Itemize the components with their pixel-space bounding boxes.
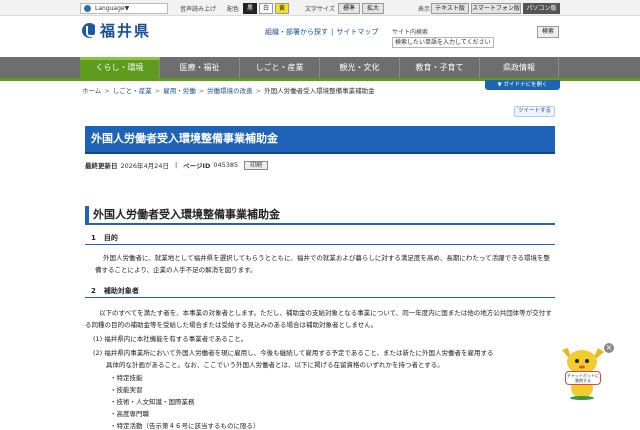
color-yellow-button[interactable]: 黄 <box>275 3 289 14</box>
nav-item-living[interactable]: くらし・環境 <box>80 57 160 78</box>
pc-version-button[interactable]: パソコン版 <box>523 3 560 14</box>
globe-icon <box>84 5 91 12</box>
search-button[interactable]: 検索 <box>537 26 559 38</box>
breadcrumb-current: 外国人労働者受入環境整備事業補助金 <box>264 87 375 95</box>
language-label: Language▼ <box>95 5 130 12</box>
logo-text: 福井県 <box>100 21 152 40</box>
display-label: 表示 <box>418 6 431 13</box>
section-number: 1 <box>91 234 96 242</box>
eligibility-item-1: (1) 福井県内に本社機能を有する事業者であること。 <box>93 335 248 343</box>
text-version-button[interactable]: テキスト版 <box>431 3 469 14</box>
visa-item: ・特定技能 <box>110 374 143 382</box>
color-black-button[interactable]: 黒 <box>243 3 257 14</box>
breadcrumb-employment[interactable]: 雇用・労働 <box>163 87 196 95</box>
nav-item-education[interactable]: 教育・子育て <box>400 57 480 78</box>
breadcrumb-work[interactable]: しごと・産業 <box>113 87 152 95</box>
site-search-label: サイト内検索 <box>392 29 429 36</box>
breadcrumb-home[interactable]: ホーム <box>82 87 101 95</box>
nav-item-medical[interactable]: 医療・福祉 <box>160 57 240 78</box>
breadcrumb: ホーム > しごと・産業 > 雇用・労働 > 労働環境の改善 > 外国人労働者受入環境整備事業補… <box>82 87 375 95</box>
chatbot-label[interactable]: チャットボットに質問する <box>565 371 601 385</box>
nav-item-prefecture[interactable]: 県政情報 <box>480 57 559 78</box>
visa-item: ・高度専門職 <box>110 410 149 418</box>
site-logo[interactable]: 福井県 <box>82 21 152 40</box>
content-heading: 外国人労働者受入環境整備事業補助金 <box>85 206 555 225</box>
nav-item-tourism[interactable]: 観光・文化 <box>320 57 400 78</box>
tweet-button[interactable]: ツイートする <box>514 106 555 117</box>
section-title: 補助対象者 <box>103 287 139 295</box>
eligibility-item-2-cont: 具体的な計画があること。なお、ここでいう外国人労働者とは、以下に掲げる在留資格の… <box>106 361 444 369</box>
header-links: 組織・部署から探す | サイトマップ <box>265 28 379 36</box>
eligibility-item-2: (2) 福井県内事業所において外国人労働者を現に雇用し、今後も継続して雇用する予… <box>93 349 494 357</box>
page-id-value: 045385 <box>213 161 239 169</box>
visa-item: ・特定活動（告示第４６号に該当するものに限る） <box>110 422 260 430</box>
page-meta: 最終更新日 2026年4月24日 | ページID 045385 印刷 <box>85 160 269 170</box>
eligibility-text: 以下のすべてを満たす者を、本事業の対象者とします。ただし、補助金の支給対象となる… <box>85 309 552 329</box>
font-standard-button[interactable]: 標準 <box>338 3 360 14</box>
nav-item-work[interactable]: しごと・産業 <box>240 57 320 78</box>
site-search-input[interactable]: 検索したい単語を入力してください <box>392 37 494 48</box>
print-button[interactable]: 印刷 <box>244 160 269 170</box>
font-large-button[interactable]: 拡大 <box>362 3 384 14</box>
updated-value: 2026年4月24日 <box>120 162 169 170</box>
org-search-link[interactable]: 組織・部署から探す <box>265 28 328 36</box>
prefecture-emblem-icon <box>82 22 97 38</box>
breadcrumb-labor-environment[interactable]: 労働環境の改善 <box>207 87 253 95</box>
updated-label: 最終更新日 <box>85 162 118 170</box>
font-size-label: 文字サイズ <box>305 6 335 13</box>
section-eligibility-heading: 2 補助対象者 <box>85 285 555 298</box>
page-title: 外国人労働者受入環境整備事業補助金 <box>85 126 555 154</box>
speech-link[interactable]: 音声読み上げ <box>180 4 216 13</box>
color-label: 配色 <box>227 6 240 13</box>
visa-item: ・技能実習 <box>110 386 143 394</box>
page-id-label: ページID <box>183 162 211 170</box>
sitemap-link[interactable]: サイトマップ <box>336 28 378 36</box>
utility-bar: Language▼ 音声読み上げ 配色 黒 白 黄 文字サイズ 標準 拡大 表示… <box>0 0 640 16</box>
close-icon[interactable]: × <box>604 343 614 353</box>
section-title: 目的 <box>103 234 118 242</box>
language-selector[interactable]: Language▼ <box>80 3 168 14</box>
chatbot-mascot-icon[interactable] <box>552 340 612 400</box>
guide-navi-button[interactable]: ▼ ガイドナビを開く <box>485 80 560 90</box>
global-nav: くらし・環境 医療・福祉 しごと・産業 観光・文化 教育・子育て 県政情報 <box>0 57 640 78</box>
visa-item: ・技術・人文知識・国際業務 <box>110 398 195 406</box>
purpose-text: 外国人労働者に、就業地として福井県を選択してもらうとともに、福井での就業および暮… <box>95 254 550 274</box>
section-purpose-heading: 1 目的 <box>85 232 555 245</box>
section-number: 2 <box>91 287 96 295</box>
smartphone-version-button[interactable]: スマートフォン版 <box>471 3 521 14</box>
color-white-button[interactable]: 白 <box>259 3 273 14</box>
